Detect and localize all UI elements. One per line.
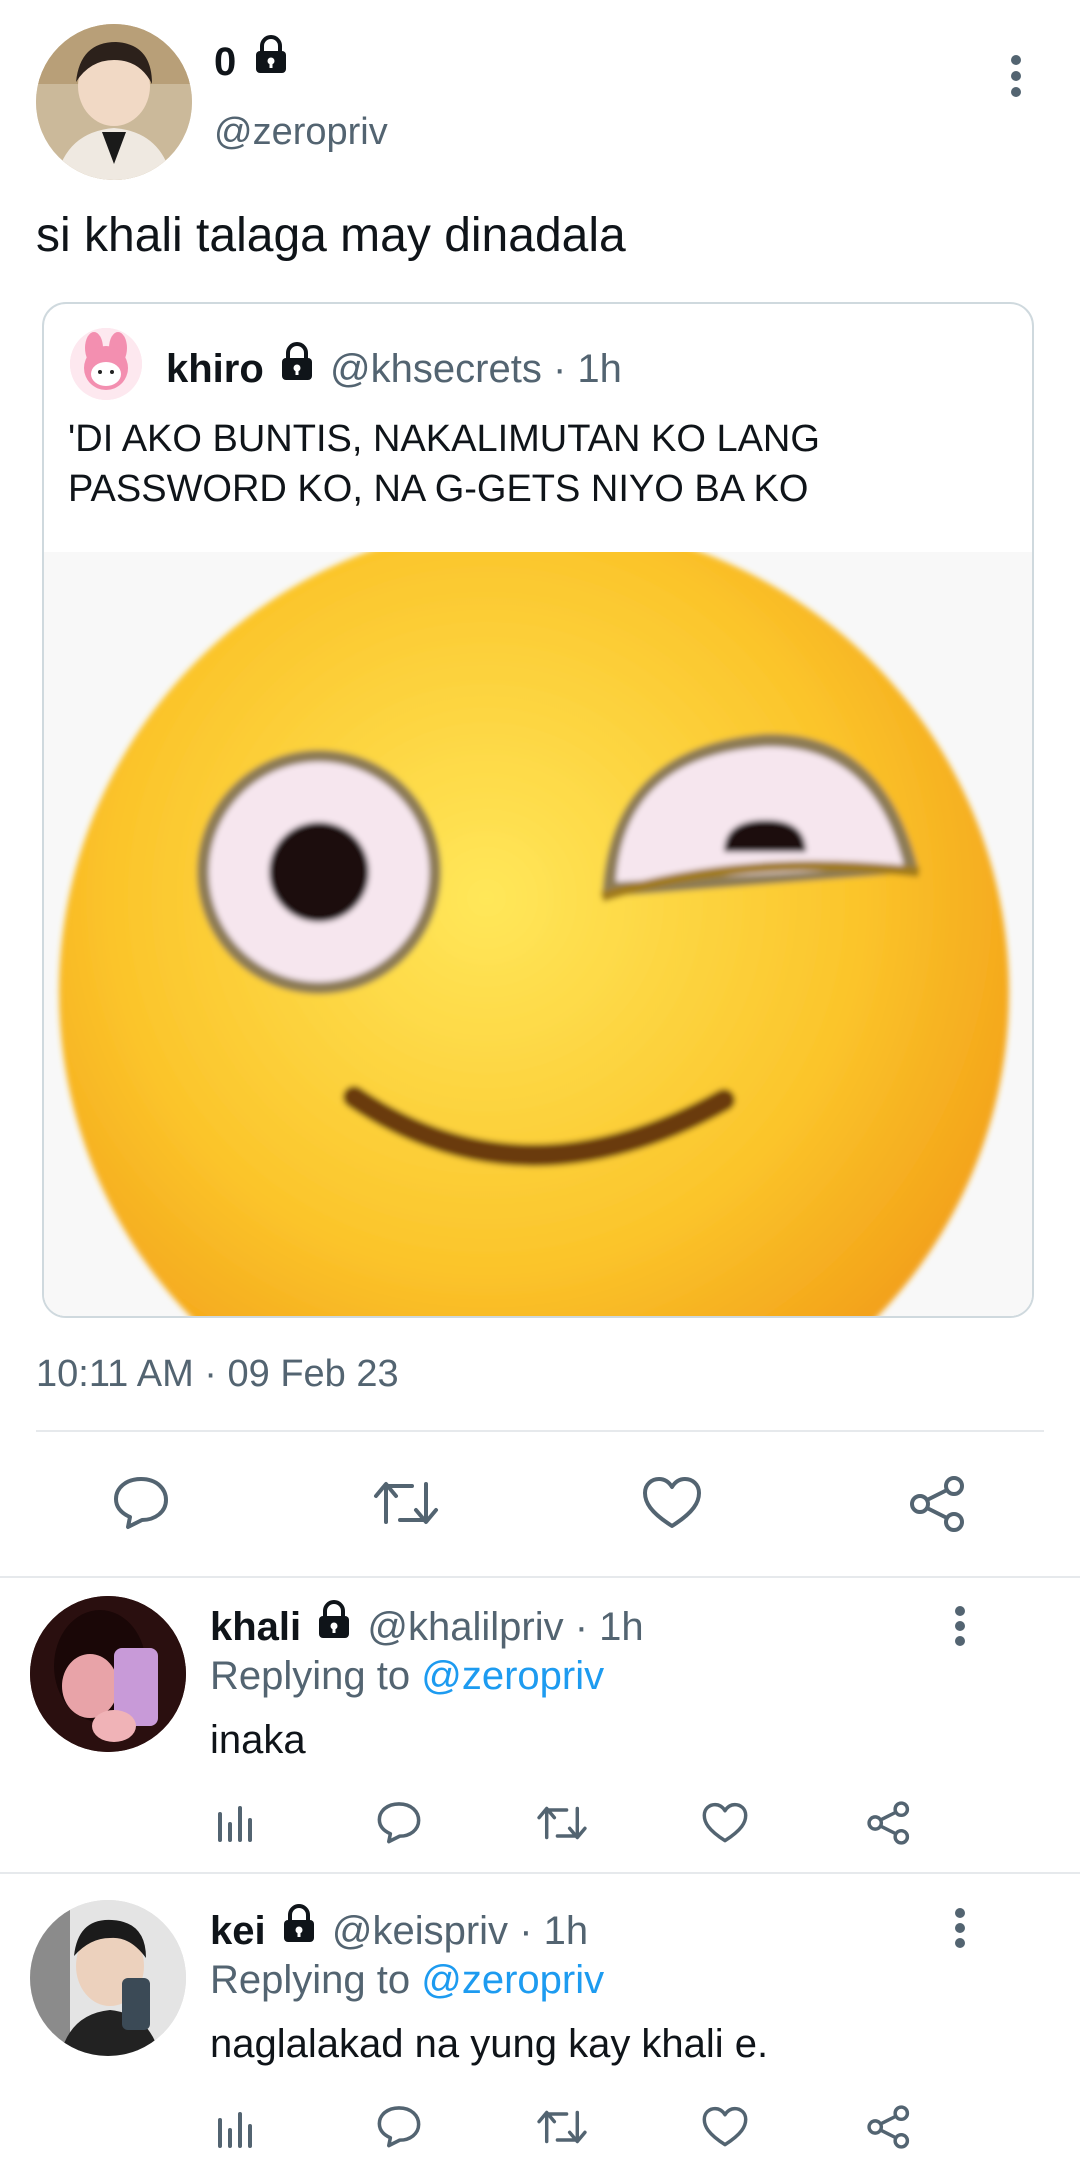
reply-icon[interactable] — [376, 2104, 422, 2148]
reply-handle[interactable]: @keispriv — [332, 1909, 508, 1953]
reply-text: inaka — [210, 1718, 306, 1762]
reply-avatar[interactable] — [30, 1900, 186, 2056]
reply-display-name[interactable]: khali — [210, 1605, 301, 1649]
replying-to-handle[interactable]: @zeropriv — [421, 1654, 604, 1698]
reply-divider — [0, 1872, 1080, 1874]
thread-divider — [0, 1576, 1080, 1578]
reply-display-name[interactable]: kei — [210, 1909, 266, 1953]
quoted-handle[interactable]: @khsecrets — [330, 347, 542, 391]
like-icon[interactable] — [702, 2106, 748, 2148]
quoted-display-name[interactable]: khiro — [166, 347, 264, 391]
reply-icon[interactable] — [376, 1800, 422, 1844]
quoted-time: · 1h — [552, 347, 622, 391]
tweet-timestamp: 10:11 AM · 09 Feb 23 — [36, 1353, 399, 1395]
retweet-icon[interactable] — [372, 1476, 440, 1530]
reply-time: · 1h — [519, 1909, 589, 1953]
share-icon[interactable] — [866, 1800, 912, 1846]
replying-to-label: Replying to — [210, 1654, 411, 1698]
quoted-avatar[interactable] — [70, 328, 142, 400]
quoted-tweet-image[interactable] — [44, 522, 1032, 1316]
reply-icon[interactable] — [112, 1474, 170, 1530]
lock-icon — [279, 342, 315, 392]
author-avatar[interactable] — [36, 24, 192, 180]
retweet-icon[interactable] — [536, 1802, 588, 1844]
like-icon[interactable] — [642, 1476, 702, 1530]
share-icon[interactable] — [908, 1474, 968, 1534]
timestamp-divider — [36, 1430, 1044, 1432]
like-icon[interactable] — [702, 1802, 748, 1844]
more-options-icon[interactable] — [1000, 52, 1032, 100]
more-options-icon[interactable] — [946, 1604, 974, 1648]
reply-handle[interactable]: @khalilpriv — [367, 1605, 563, 1649]
replying-to-handle[interactable]: @zeropriv — [421, 1958, 604, 2002]
lock-icon — [281, 1904, 317, 1954]
reply-avatar[interactable] — [30, 1596, 186, 1752]
replying-to-label: Replying to — [210, 1958, 411, 2002]
more-options-icon[interactable] — [946, 1906, 974, 1950]
quoted-tweet-card[interactable]: khiro @khsecrets · 1h 'DI AKO BUNTIS, NA… — [42, 302, 1034, 1318]
reply-time: · 1h — [574, 1605, 644, 1649]
tweet-text: si khali talaga may dinadala — [36, 209, 626, 262]
author-handle[interactable]: @zeropriv — [214, 110, 388, 154]
share-icon[interactable] — [866, 2104, 912, 2150]
quoted-tweet-text: 'DI AKO BUNTIS, NAKALIMUTAN KO LANG PASS… — [68, 418, 820, 510]
lock-icon — [316, 1600, 352, 1650]
author-display-name[interactable]: 0 — [214, 40, 236, 84]
lock-icon — [253, 34, 289, 86]
analytics-icon[interactable] — [216, 1800, 256, 1842]
reply-text: naglalakad na yung kay khali e. — [210, 2022, 769, 2066]
retweet-icon[interactable] — [536, 2106, 588, 2148]
analytics-icon[interactable] — [216, 2106, 256, 2148]
